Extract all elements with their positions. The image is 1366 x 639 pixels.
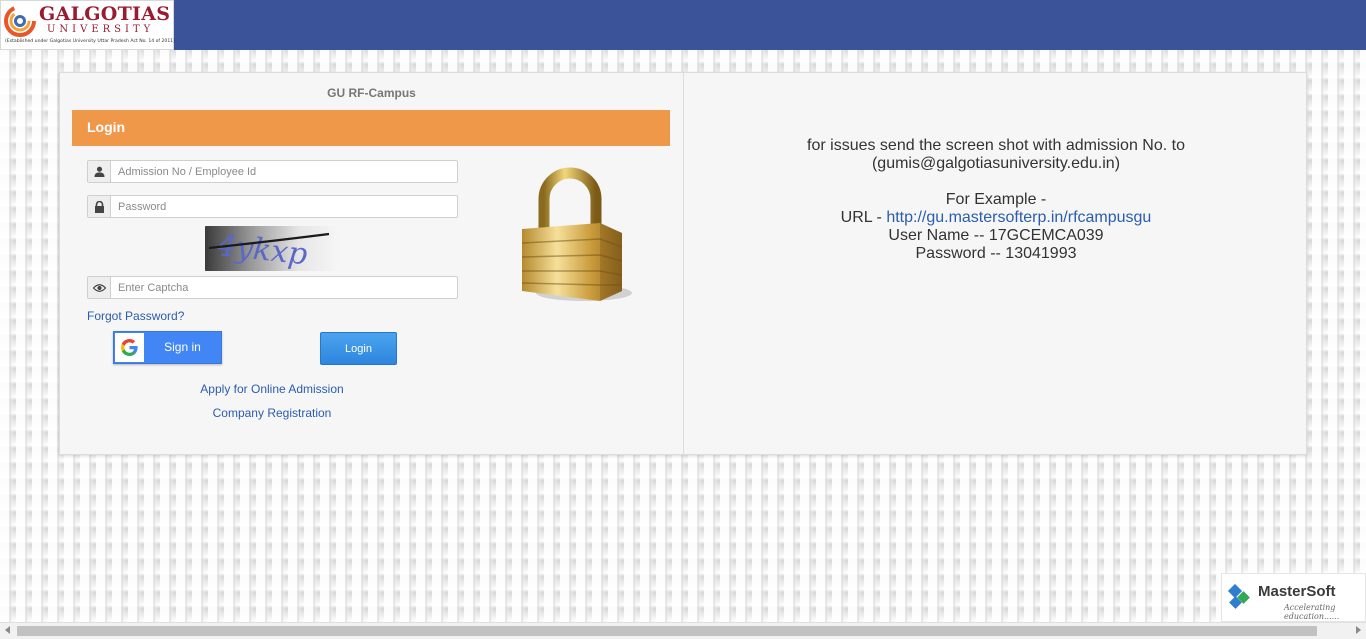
admission-input[interactable] <box>112 161 457 182</box>
campus-title: GU RF-Campus <box>327 86 416 100</box>
top-header: GALGOTIAS UNIVERSITY (Established under … <box>0 0 1366 50</box>
login-section-bar: Login <box>72 110 670 146</box>
google-g-icon <box>115 333 144 362</box>
info-line-2: (gumis@galgotiasuniversity.edu.in) <box>871 155 1121 172</box>
password-input[interactable] <box>112 196 457 217</box>
captcha-input[interactable] <box>112 277 457 298</box>
eye-icon <box>88 277 111 298</box>
mastersoft-tagline: Accelerating education...... <box>1284 603 1340 621</box>
example-url-link[interactable]: http://gu.mastersofterp.in/rfcampusgu <box>886 209 1151 226</box>
example-password: Password -- 13041993 <box>915 245 1077 262</box>
padlock-icon <box>521 167 632 301</box>
example-heading: For Example - <box>945 191 1047 208</box>
main-panel: GU RF-Campus Login 4ykxp <box>59 72 1307 455</box>
mastersoft-mark-icon <box>1227 584 1250 609</box>
google-signin-button[interactable]: Sign in <box>113 331 222 364</box>
horizontal-scrollbar[interactable] <box>0 622 1366 639</box>
lock-icon <box>88 196 111 217</box>
mastersoft-logo[interactable]: MasterSoft Accelerating education...... <box>1221 573 1366 622</box>
scrollbar-thumb[interactable] <box>17 626 1317 636</box>
user-icon <box>88 161 111 182</box>
scroll-left-icon[interactable] <box>5 626 10 634</box>
company-registration-link[interactable]: Company Registration <box>160 406 384 420</box>
url-label: URL - <box>840 209 887 226</box>
captcha-image: 4ykxp <box>205 226 339 271</box>
logo-tagline: (Established under Galgotias University … <box>5 39 175 44</box>
logo-subtitle: UNIVERSITY <box>47 24 155 35</box>
google-signin-label: Sign in <box>164 340 201 354</box>
login-section-label: Login <box>87 119 126 135</box>
university-logo[interactable]: GALGOTIAS UNIVERSITY (Established under … <box>0 0 175 50</box>
admission-field <box>87 160 458 183</box>
password-field <box>87 195 458 218</box>
info-line-1: for issues send the screen shot with adm… <box>807 137 1185 154</box>
mastersoft-brand: MasterSoft <box>1258 583 1336 600</box>
forgot-password-link[interactable]: Forgot Password? <box>87 309 184 323</box>
logo-swirl-icon <box>4 5 36 37</box>
login-button[interactable]: Login <box>320 332 397 365</box>
logo-name: GALGOTIAS <box>39 3 171 25</box>
example-url-line: URL - http://gu.mastersofterp.in/rfcampu… <box>684 209 1308 227</box>
online-admission-link[interactable]: Apply for Online Admission <box>160 382 384 396</box>
captcha-field <box>87 276 458 299</box>
example-username: User Name -- 17GCEMCA039 <box>888 227 1104 244</box>
panel-divider <box>683 73 684 454</box>
info-message: for issues send the screen shot with adm… <box>684 137 1308 263</box>
scroll-right-icon[interactable] <box>1356 626 1361 634</box>
